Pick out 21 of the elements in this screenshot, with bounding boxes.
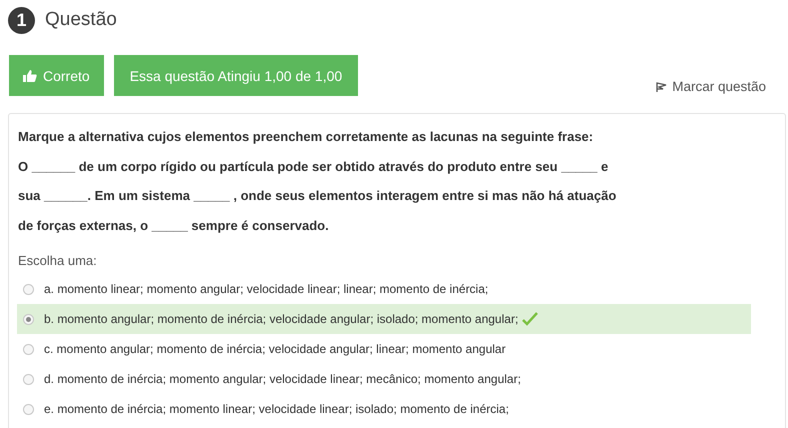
question-number: 1 <box>8 6 35 34</box>
question-text-line: O ______ de um corpo rígido ou partícula pode ser obtido através do produto entre seu _____ e <box>18 158 610 176</box>
question-text-line: Marque a alternativa cujos elementos preenchem corretamente as lacunas na seguinte frase: <box>18 128 594 146</box>
question-text-line: sua ______. Em um sistema _____ , onde seus elementos interagem entre si mas não há atuação <box>18 187 618 205</box>
option-label[interactable]: e. momento de inércia; momento linear; velocidade linear; isolado; momento de inércia; <box>44 402 509 416</box>
question-text-line: de forças externas, o _____ sempre é conservado. <box>18 216 330 235</box>
radio-button[interactable] <box>23 314 34 324</box>
radio-button[interactable] <box>23 344 34 354</box>
radio-button[interactable] <box>23 374 34 384</box>
option-label[interactable]: a. momento linear; momento angular; velocidade linear; linear; momento de inércia; <box>44 282 488 296</box>
flag-icon <box>655 80 668 92</box>
checkmark-icon <box>522 312 538 326</box>
flag-question-link[interactable]: Marcar questão <box>672 79 766 94</box>
question-title: Questão <box>45 9 117 31</box>
thumbs-up-icon <box>23 68 37 82</box>
choose-label: Escolha uma: <box>18 253 98 268</box>
radio-button[interactable] <box>23 284 34 294</box>
radio-button[interactable] <box>23 404 34 414</box>
option-label[interactable]: d. momento de inércia; momento angular; velocidade linear; mecânico; momento angular; <box>44 372 521 386</box>
option-label[interactable]: b. momento angular; momento de inércia; velocidade angular; isolado; momento angular; <box>44 312 518 326</box>
option-label[interactable]: c. momento angular; momento de inércia; velocidade angular; linear; momento angular <box>44 342 506 356</box>
